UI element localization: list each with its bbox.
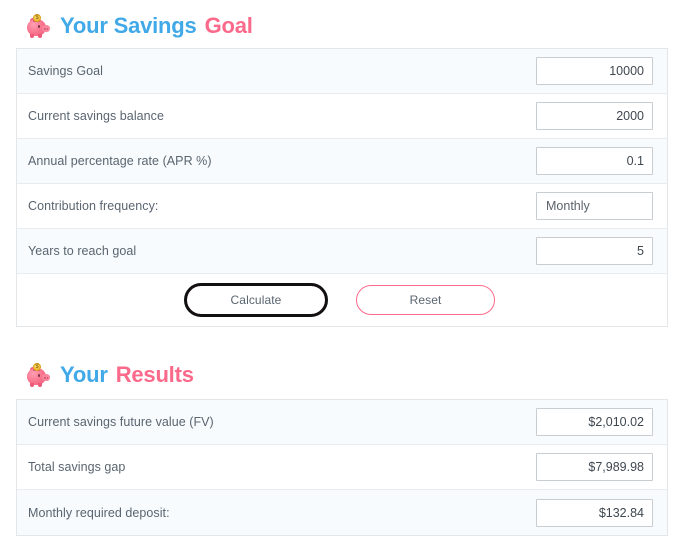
reset-button[interactable]: Reset [356, 285, 495, 315]
years-to-reach-goal-input[interactable] [536, 237, 653, 265]
savings-goal-label: Savings Goal [28, 64, 103, 78]
piggy-bank-icon [26, 363, 52, 387]
savings-goal-heading: Your Savings Goal [26, 14, 253, 38]
table-row: Current savings balance [17, 94, 667, 139]
future-value-label: Current savings future value (FV) [28, 415, 214, 429]
apr-label: Annual percentage rate (APR %) [28, 154, 212, 168]
table-row: Annual percentage rate (APR %) [17, 139, 667, 184]
savings-goal-form-card: Savings Goal Current savings balance Ann… [16, 48, 668, 327]
table-row: Current savings future value (FV) [17, 400, 667, 445]
results-heading: Your Results [26, 363, 194, 387]
monthly-required-deposit-label: Monthly required deposit: [28, 505, 170, 520]
savings-goal-heading-accent: Goal [204, 13, 253, 38]
contribution-frequency-label: Contribution frequency: [28, 199, 159, 213]
total-savings-gap-label: Total savings gap [28, 460, 126, 474]
table-row: Total savings gap [17, 445, 667, 490]
table-row: Monthly required deposit: [17, 490, 667, 535]
current-savings-balance-input[interactable] [536, 102, 653, 130]
results-heading-accent: Results [115, 362, 194, 387]
table-row: Contribution frequency: [17, 184, 667, 229]
form-actions-row: Calculate Reset [17, 274, 667, 326]
table-row: Years to reach goal [17, 229, 667, 274]
future-value-output[interactable] [536, 408, 653, 436]
results-heading-primary: Your [60, 362, 108, 387]
savings-goal-heading-primary: Your Savings [60, 13, 197, 38]
years-to-reach-goal-label: Years to reach goal [28, 244, 137, 258]
monthly-required-deposit-output[interactable] [536, 498, 653, 527]
table-row: Savings Goal [17, 49, 667, 94]
contribution-frequency-select[interactable] [536, 192, 653, 220]
total-savings-gap-output[interactable] [536, 453, 653, 481]
calculate-button[interactable]: Calculate [184, 283, 328, 317]
savings-goal-calculator-page: Your Savings Goal Savings Goal Current s… [0, 0, 681, 550]
results-card: Current savings future value (FV) Total … [16, 399, 668, 536]
current-savings-balance-label: Current savings balance [28, 109, 164, 123]
savings-goal-input[interactable] [536, 57, 653, 85]
piggy-bank-icon [26, 14, 52, 38]
apr-input[interactable] [536, 147, 653, 175]
